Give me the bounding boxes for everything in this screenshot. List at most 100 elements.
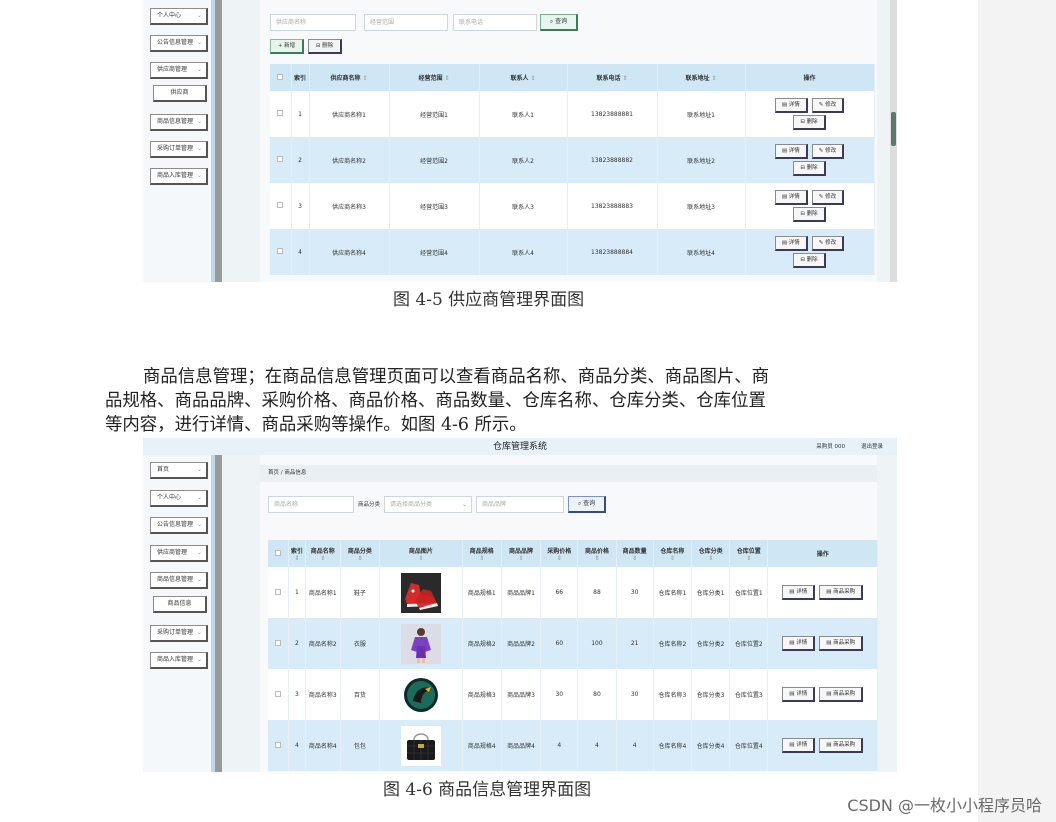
column-header[interactable]: 商品价格 ⇕ <box>577 540 617 567</box>
query-button[interactable]: ⌕ 查询 <box>540 14 578 31</box>
delete-button[interactable]: ⊟ 删除 <box>793 253 826 268</box>
purchase-button[interactable]: ▤ 商品采购 <box>819 636 864 651</box>
row-checkbox[interactable] <box>275 741 282 748</box>
select-all-checkbox[interactable] <box>275 549 282 556</box>
row-checkbox[interactable] <box>277 110 284 116</box>
sort-icon[interactable]: ⇕ <box>692 555 729 562</box>
row-checkbox[interactable] <box>277 248 284 254</box>
column-header[interactable]: 仓库位置 ⇕ <box>729 540 769 567</box>
sidebar-item[interactable]: 供应商管理 ⌄ <box>150 62 208 79</box>
column-header[interactable]: 经营范围 ⇕ <box>389 64 480 91</box>
column-header[interactable]: 商品图片 ⇕ <box>379 540 463 567</box>
product-name-input[interactable]: 商品名称 <box>268 496 354 513</box>
sort-icon[interactable]: ⇕ <box>306 555 340 562</box>
product-image-shoe[interactable] <box>400 572 441 613</box>
scrollbar-thumb[interactable] <box>891 112 896 146</box>
row-checkbox[interactable] <box>277 202 284 208</box>
edit-button[interactable]: ✎ 修改 <box>811 236 845 251</box>
sidebar-item[interactable]: 公告信息管理 ⌄ <box>150 35 208 52</box>
column-header[interactable]: 索引 ⇕ <box>288 540 306 567</box>
edit-button[interactable]: ✎ 修改 <box>811 190 845 205</box>
column-header[interactable]: 联系电话 ⇕ <box>567 64 658 91</box>
sidebar-item[interactable]: 个人中心 ⌄ <box>150 8 208 25</box>
row-checkbox[interactable] <box>275 639 282 646</box>
sidebar-item[interactable]: 商品信息 <box>153 596 207 613</box>
logout-link[interactable]: 退出登录 <box>861 442 883 450</box>
row-select-cell[interactable] <box>270 229 292 275</box>
sidebar-item[interactable]: 供应商 <box>153 85 207 102</box>
sort-icon[interactable]: ⇕ <box>380 555 462 562</box>
sidebar-item[interactable]: 商品信息管理 ⌄ <box>150 572 208 589</box>
select-all-header[interactable] <box>270 64 292 91</box>
edit-button[interactable]: ✎ 修改 <box>811 144 845 159</box>
sidebar-item[interactable]: 商品入库管理 ⌄ <box>150 652 208 669</box>
purchase-button[interactable]: ▤ 商品采购 <box>819 687 864 702</box>
detail-button[interactable]: ▤ 详情 <box>782 738 816 753</box>
sort-icon[interactable]: ⇕ <box>578 555 615 562</box>
category-select[interactable]: 请选择商品分类 ⌄ <box>384 496 472 513</box>
purchase-button[interactable]: ▤ 商品采购 <box>819 585 864 600</box>
column-header[interactable]: 联系地址 ⇕ <box>657 64 746 91</box>
add-button[interactable]: + 新增 <box>270 39 304 54</box>
row-checkbox[interactable] <box>275 690 282 697</box>
sidebar-item[interactable]: 采购订单管理 ⌄ <box>150 141 208 158</box>
sort-icon[interactable]: ⇕ <box>617 555 653 562</box>
sort-icon[interactable]: ⇕ <box>529 75 535 82</box>
query-button[interactable]: ⌕ 查询 <box>568 496 606 513</box>
column-header[interactable]: 仓库名称 ⇕ <box>653 540 692 567</box>
column-header[interactable]: 商品数量 ⇕ <box>616 540 654 567</box>
sort-icon[interactable]: ⇕ <box>502 555 540 562</box>
sort-icon[interactable]: ⇕ <box>463 555 501 562</box>
row-select-cell[interactable] <box>270 91 292 137</box>
sidebar-item[interactable]: 供应商管理 ⌄ <box>150 545 208 562</box>
sort-icon[interactable]: ⇕ <box>654 555 691 562</box>
column-header[interactable]: 索引 <box>291 64 310 91</box>
sort-icon[interactable]: ⇕ <box>710 75 716 82</box>
row-checkbox[interactable] <box>275 588 282 595</box>
detail-button[interactable]: ▤ 详情 <box>782 636 816 651</box>
delete-button[interactable]: ⊟ 删除 <box>793 207 826 222</box>
detail-button[interactable]: ▤ 详情 <box>782 585 816 600</box>
column-header[interactable]: 商品规格 ⇕ <box>462 540 502 567</box>
row-select-cell[interactable] <box>268 618 290 669</box>
phone-input[interactable]: 联系电话 <box>453 14 537 31</box>
detail-button[interactable]: ▤ 详情 <box>782 687 816 702</box>
delete-button[interactable]: ⊟ 删除 <box>793 115 826 130</box>
detail-button[interactable]: ▤ 详情 <box>774 190 808 205</box>
select-all-checkbox[interactable] <box>277 73 284 80</box>
delete-button[interactable]: ⊟ 删除 <box>793 161 826 176</box>
column-header[interactable]: 采购价格 ⇕ <box>540 540 579 567</box>
sort-icon[interactable]: ⇕ <box>443 75 449 82</box>
sort-icon[interactable]: ⇕ <box>541 555 577 562</box>
sidebar-item[interactable]: 商品入库管理 ⌄ <box>150 168 208 185</box>
sidebar-item[interactable]: 商品信息管理 ⌄ <box>150 114 208 131</box>
column-header[interactable]: 供应商名称 ⇕ <box>309 64 390 91</box>
row-select-cell[interactable] <box>268 720 290 771</box>
purchase-button[interactable]: ▤ 商品采购 <box>819 738 864 753</box>
bulk-delete-button[interactable]: ⊟ 删除 <box>308 39 342 54</box>
row-select-cell[interactable] <box>268 567 290 618</box>
detail-button[interactable]: ▤ 详情 <box>774 144 808 159</box>
sidebar-item[interactable]: 个人中心 ⌄ <box>150 490 208 507</box>
detail-button[interactable]: ▤ 详情 <box>774 236 808 251</box>
sidebar-item[interactable]: 公告信息管理 ⌄ <box>150 517 208 534</box>
row-select-cell[interactable] <box>270 137 292 183</box>
edit-button[interactable]: ✎ 修改 <box>811 98 845 113</box>
product-image-dress[interactable] <box>400 623 441 664</box>
select-all-header[interactable] <box>268 540 290 567</box>
sort-icon[interactable]: ⇕ <box>730 555 767 562</box>
detail-button[interactable]: ▤ 详情 <box>774 98 808 113</box>
column-header[interactable]: 商品品牌 ⇕ <box>501 540 542 567</box>
supplier-name-input[interactable]: 供应商名称 <box>270 14 356 31</box>
brand-input[interactable]: 商品品牌 <box>476 496 564 513</box>
column-header[interactable]: 联系人 ⇕ <box>479 64 568 91</box>
sidebar-item[interactable]: 采购订单管理 ⌄ <box>150 625 208 642</box>
row-select-cell[interactable] <box>270 183 292 229</box>
column-header[interactable]: 商品分类 ⇕ <box>340 540 381 567</box>
sort-icon[interactable]: ⇕ <box>341 555 379 562</box>
sort-icon[interactable]: ⇕ <box>361 75 367 82</box>
row-select-cell[interactable] <box>268 669 290 720</box>
sidebar-item[interactable]: 首页 ⌄ <box>150 462 208 479</box>
product-image-bag[interactable] <box>400 725 441 766</box>
row-checkbox[interactable] <box>277 156 284 162</box>
